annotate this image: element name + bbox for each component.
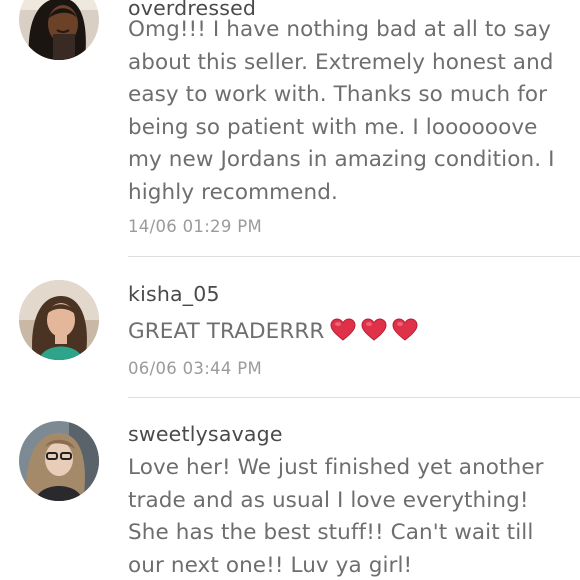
comment-divider (128, 256, 580, 257)
comment-text-line: GREAT TRADERRR (128, 316, 568, 353)
comment-text-line: my new Jordans in amazing condition. I (128, 147, 555, 172)
comment-text-line: Love her! We just finished yet another (128, 455, 544, 480)
comment-text-line: easy to work with. Thanks so much for (128, 82, 548, 107)
comment-text: GREAT TRADERRR (128, 316, 568, 353)
comment-text-content: GREAT TRADERRR (128, 319, 325, 344)
comment-text-line: about this seller. Extremely honest and (128, 49, 554, 75)
emoji-group (330, 318, 423, 353)
comment-text-line: trade and as usual I love everything! (128, 487, 529, 513)
user-avatar-1-image (19, 0, 99, 60)
comment-username[interactable]: kisha_05 (128, 282, 220, 306)
user-avatar[interactable] (19, 0, 99, 60)
comment-text: Love her! We just finished yet another t… (128, 452, 568, 580)
comment-text-line: our next one!! Luv ya girl! (128, 552, 413, 578)
red-heart-icon (361, 318, 387, 342)
comment-timestamp: 14/06 01:29 PM (128, 217, 262, 236)
comment-text-line: She has the best stuff!! Can't wait till (128, 520, 534, 545)
red-heart-icon (330, 318, 356, 342)
comment-text: Omg!!! I have nothing bad at all to say … (128, 14, 568, 209)
user-avatar-3-image (19, 421, 99, 501)
comment-text-line: Omg!!! I have nothing bad at all to say (128, 17, 552, 42)
comment-text-line: highly recommend. (128, 179, 338, 205)
user-avatar[interactable] (19, 280, 99, 360)
comment-username[interactable]: sweetlysavage (128, 422, 283, 446)
comments-feed: overdressed Omg!!! I have nothing bad at… (0, 0, 580, 580)
red-heart-icon (392, 318, 418, 342)
comment-timestamp: 06/06 03:44 PM (128, 359, 262, 378)
user-avatar-2-image (19, 280, 99, 360)
comment-text-line: being so patient with me. I loooooove (128, 114, 538, 140)
user-avatar[interactable] (19, 421, 99, 501)
comment-divider (128, 397, 580, 398)
